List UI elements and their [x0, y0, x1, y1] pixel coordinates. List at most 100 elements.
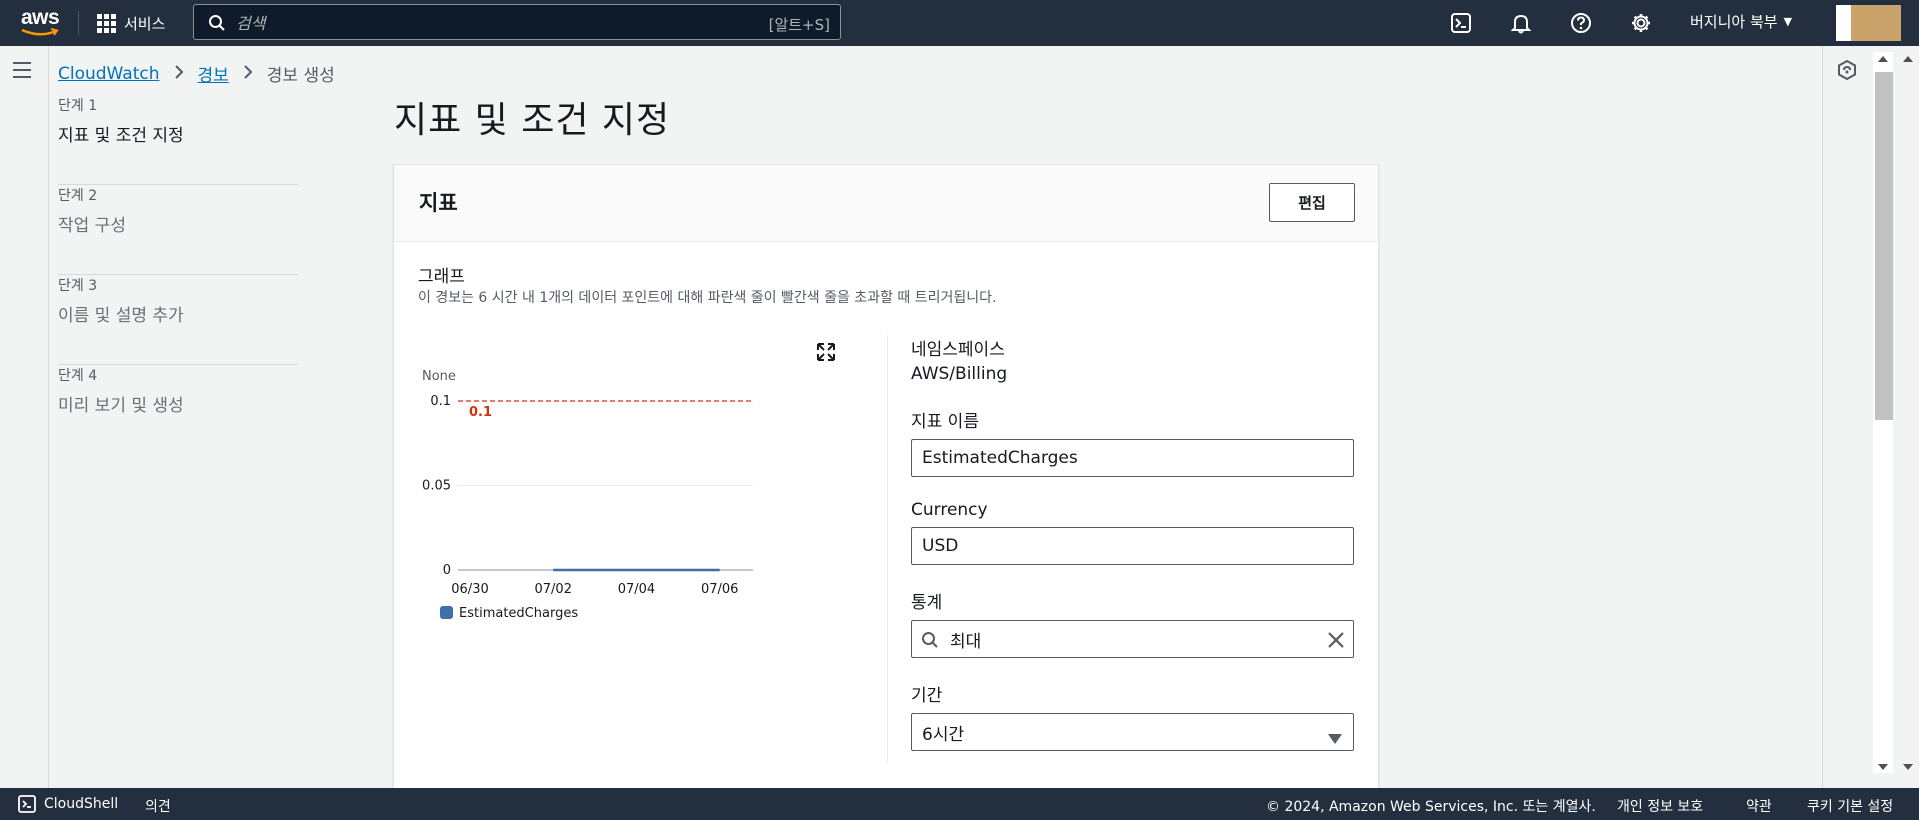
nav-separator — [78, 11, 79, 35]
panel-divider — [887, 335, 888, 763]
namespace-value: AWS/Billing — [911, 364, 1008, 384]
breadcrumb-current: 경보 생성 — [266, 66, 335, 86]
help-button[interactable] — [1567, 9, 1595, 37]
hexagon-icon[interactable] — [1838, 60, 1856, 80]
clear-icon[interactable] — [1326, 630, 1346, 650]
statistic-input[interactable] — [911, 620, 1354, 658]
currency-label: Currency — [911, 500, 988, 520]
breadcrumb-alarms[interactable]: 경보 — [198, 61, 229, 86]
footer-feedback-link[interactable]: 의견 — [145, 796, 171, 816]
region-label: 버지니아 북부 — [1690, 13, 1778, 31]
services-label: 서비스 — [124, 14, 166, 33]
step-number: 단계 4 — [58, 368, 98, 384]
wizard-steps: 단계 1 지표 및 조건 지정 단계 2 작업 구성 단계 3 이름 및 설명 … — [58, 95, 298, 455]
side-navigation-rail — [0, 46, 49, 788]
footer-cookies-link[interactable]: 쿠키 기본 설정 — [1807, 796, 1893, 816]
threshold-label: 0.1 — [469, 405, 492, 420]
scroll-down-icon[interactable] — [1878, 764, 1888, 770]
search-icon — [922, 632, 938, 648]
help-icon — [1571, 13, 1591, 33]
region-selector[interactable]: 버지니아 북부 ▼ — [1690, 11, 1792, 32]
step-label: 미리 보기 및 생성 — [58, 396, 184, 416]
step-number: 단계 3 — [58, 278, 98, 294]
account-menu-button[interactable] — [1851, 5, 1901, 41]
top-navigation: aws 서비스 [알트+S] — [0, 0, 1919, 46]
wizard-step-3[interactable]: 단계 3 이름 및 설명 추가 — [58, 275, 298, 365]
breadcrumb-cloudwatch[interactable]: CloudWatch — [58, 64, 160, 84]
y-tick-label: 0.05 — [422, 479, 451, 494]
cloudshell-button[interactable] — [1447, 9, 1475, 37]
expand-icon[interactable] — [816, 342, 836, 362]
namespace-group: 네임스페이스 AWS/Billing — [911, 335, 1354, 384]
step-label: 이름 및 설명 추가 — [58, 306, 184, 326]
chevron-right-icon — [174, 63, 184, 84]
notifications-button[interactable] — [1507, 9, 1535, 37]
aws-logo-text: aws — [21, 6, 60, 29]
metric-panel: 지표 편집 그래프 이 경보는 6 시간 내 1개의 데이터 포인트에 대해 파… — [393, 164, 1379, 794]
scroll-up-icon[interactable] — [1903, 56, 1913, 62]
search-input[interactable] — [236, 11, 716, 35]
metric-name-label: 지표 이름 — [911, 412, 979, 432]
period-label: 기간 — [911, 686, 943, 706]
step-number: 단계 1 — [58, 98, 98, 114]
x-tick-label: 07/06 — [701, 582, 738, 597]
bell-icon — [1510, 14, 1532, 34]
aws-smile-icon — [21, 28, 59, 36]
footer: CloudShell 의견 © 2024, Amazon Web Service… — [0, 788, 1919, 820]
x-tick-label: 07/02 — [535, 582, 572, 597]
graph-title: 그래프 — [418, 267, 465, 287]
y-tick-label: 0 — [443, 563, 451, 578]
gear-icon — [1632, 14, 1650, 32]
namespace-label: 네임스페이스 — [911, 340, 1005, 360]
global-search[interactable]: [알트+S] — [193, 4, 841, 40]
wizard-step-4[interactable]: 단계 4 미리 보기 및 생성 — [58, 365, 298, 455]
scroll-down-icon[interactable] — [1903, 764, 1913, 770]
step-number: 단계 2 — [58, 188, 98, 204]
scroll-up-icon[interactable] — [1878, 56, 1888, 62]
caret-down-icon — [1328, 734, 1342, 744]
services-menu-button[interactable]: 서비스 — [97, 10, 165, 36]
y-unit-label: None — [422, 369, 456, 384]
terminal-icon — [1451, 13, 1471, 33]
period-group: 기간 6시간 — [911, 681, 1354, 751]
account-menu-edge — [1836, 5, 1852, 41]
period-select[interactable]: 6시간 — [911, 713, 1354, 751]
wizard-step-1[interactable]: 단계 1 지표 및 조건 지정 — [58, 95, 298, 185]
statistic-search — [911, 613, 1354, 658]
step-label: 작업 구성 — [58, 216, 126, 236]
metric-chart: None 0.1 0.05 006/30 07/02 07/04 07/06 0.1 Estim… — [422, 369, 753, 621]
metric-name-input[interactable] — [911, 439, 1354, 477]
x-tick-label: 07/04 — [618, 582, 655, 597]
aws-logo[interactable]: aws — [18, 4, 62, 40]
grid-icon — [97, 13, 116, 33]
statistic-group: 통계 — [911, 588, 1354, 658]
menu-icon[interactable] — [13, 62, 31, 83]
settings-button[interactable] — [1627, 9, 1655, 37]
panel-header: 지표 편집 — [394, 165, 1378, 242]
legend-label: EstimatedCharges — [459, 606, 578, 621]
terminal-icon — [18, 795, 36, 813]
period-value: 6시간 — [911, 713, 1354, 751]
utility-panel — [1822, 46, 1871, 788]
metric-details-form: 네임스페이스 AWS/Billing 지표 이름 Currency 통계 — [911, 335, 1354, 774]
search-icon — [209, 15, 225, 31]
x-tick-label: 06/30 — [451, 582, 488, 597]
breadcrumb: CloudWatch 경보 경보 생성 — [58, 61, 335, 87]
edit-button[interactable]: 편집 — [1269, 183, 1355, 222]
footer-privacy-link[interactable]: 개인 정보 보호 — [1617, 796, 1703, 816]
currency-input[interactable] — [911, 527, 1354, 565]
footer-cloudshell-link[interactable]: CloudShell — [44, 796, 118, 812]
panel-title: 지표 — [419, 191, 458, 215]
page-title: 지표 및 조건 지정 — [394, 100, 671, 141]
legend-swatch — [440, 606, 453, 619]
graph-description: 이 경보는 6 시간 내 1개의 데이터 포인트에 대해 파란색 줄이 빨간색 … — [418, 290, 997, 306]
scrollbar-thumb[interactable] — [1875, 72, 1893, 420]
wizard-step-2[interactable]: 단계 2 작업 구성 — [58, 185, 298, 275]
search-shortcut-hint: [알트+S] — [768, 16, 830, 34]
currency-group: Currency — [911, 500, 1354, 565]
footer-terms-link[interactable]: 약관 — [1746, 796, 1772, 816]
caret-down-icon: ▼ — [1783, 15, 1793, 28]
step-label: 지표 및 조건 지정 — [58, 126, 184, 146]
chevron-right-icon — [243, 63, 253, 84]
metric-name-group: 지표 이름 — [911, 407, 1354, 477]
